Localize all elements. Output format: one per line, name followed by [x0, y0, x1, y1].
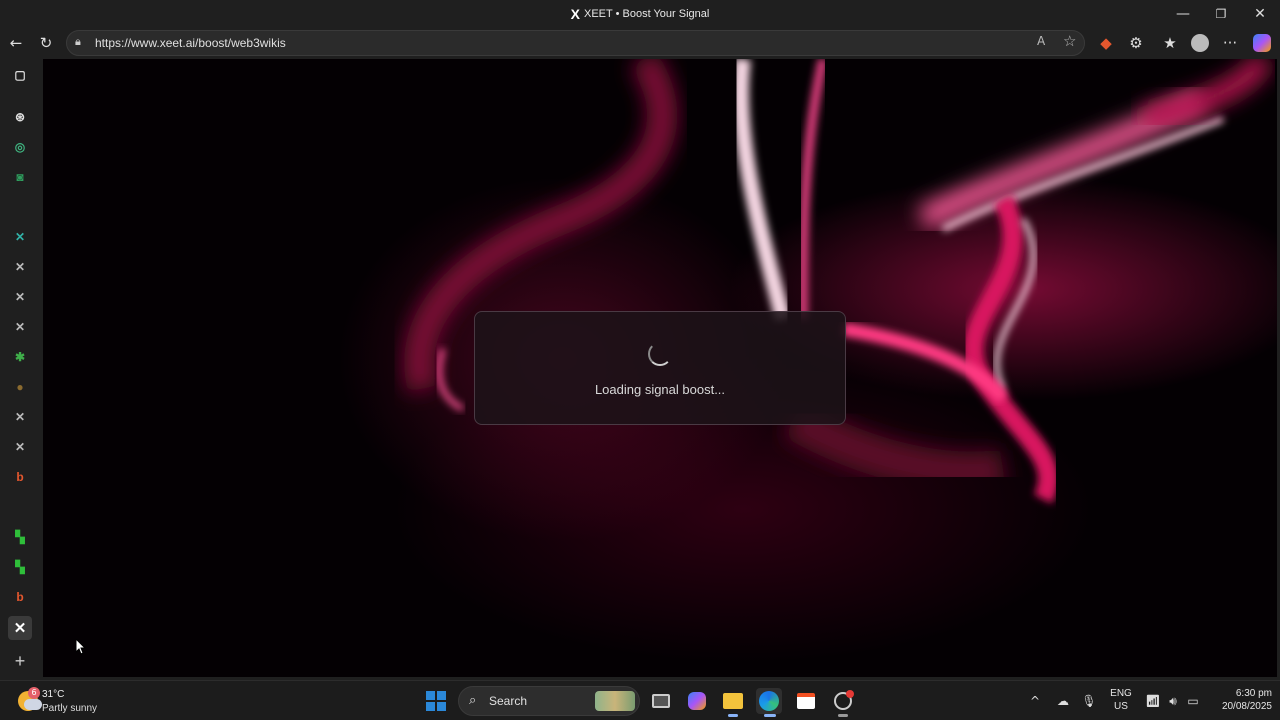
app-a-icon[interactable]: ◎ — [9, 136, 31, 158]
cloud-icon — [24, 699, 42, 710]
minimize-button[interactable]: — — [1164, 0, 1202, 28]
windows-logo-icon — [426, 691, 446, 711]
weather-widget[interactable]: 6 31°C Partly sunny — [14, 687, 124, 717]
windows-taskbar: 6 31°C Partly sunny ⌕ Search ^ ☁ 🎙︎ ENG … — [0, 680, 1280, 720]
clock-date[interactable]: 20/08/2025 — [1206, 701, 1272, 712]
task-view-button[interactable] — [648, 688, 674, 714]
orange-app-icon[interactable]: b — [9, 586, 31, 608]
weather-badge: 6 — [28, 687, 40, 699]
app-tracker-icon[interactable] — [830, 688, 856, 714]
x-tab-icon[interactable]: ✕ — [9, 436, 31, 458]
lock-icon: 🔒︎ — [75, 35, 81, 48]
x-tab-icon[interactable]: ✕ — [9, 256, 31, 278]
loading-spinner-icon — [648, 342, 672, 366]
window-title: X XEET • Boost Your Signal — [0, 6, 1280, 22]
edge-browser-icon[interactable] — [756, 688, 782, 714]
search-label: Search — [489, 694, 528, 708]
clock-time[interactable]: 6:30 pm — [1206, 688, 1272, 699]
openai-icon[interactable]: ⊛ — [9, 106, 31, 128]
green-flag-icon[interactable]: ▚ — [9, 526, 31, 548]
window-title-text: XEET • Boost Your Signal — [584, 8, 710, 20]
read-aloud-icon[interactable]: A — [1037, 34, 1045, 48]
loading-message: Loading signal boost... — [594, 382, 726, 397]
app-tracker-indicator — [838, 714, 848, 717]
metamask-extension-icon[interactable]: ◆ — [1094, 32, 1118, 54]
refresh-button[interactable]: ↻ — [34, 32, 58, 54]
weather-temperature: 31°C — [42, 689, 65, 700]
more-options-button[interactable]: ··· — [1218, 32, 1242, 54]
edge-active-indicator — [764, 714, 776, 717]
file-explorer-icon[interactable] — [720, 688, 746, 714]
favorites-icon[interactable]: ★ — [1158, 32, 1182, 54]
add-tab-icon[interactable]: + — [9, 650, 31, 672]
app-green-icon[interactable]: ◙ — [9, 166, 31, 188]
onedrive-icon[interactable]: ☁ — [1050, 688, 1076, 714]
address-bar[interactable]: 🔒︎ https://www.xeet.ai/boost/web3wikis A… — [66, 30, 1085, 56]
microsoft-store-icon[interactable] — [793, 688, 819, 714]
x-teal-icon[interactable]: ✕ — [9, 226, 31, 248]
profile-avatar[interactable] — [1188, 32, 1212, 54]
back-button[interactable]: ← — [4, 32, 28, 54]
file-explorer-indicator — [728, 714, 738, 717]
green-flag-icon[interactable]: ▚ — [9, 556, 31, 578]
battery-icon[interactable]: ▭ — [1180, 688, 1206, 714]
title-bar: X XEET • Boost Your Signal — ❐ ✕ — [0, 0, 1280, 28]
copilot-taskbar-icon[interactable] — [684, 688, 710, 714]
x-active-icon[interactable]: ✕ — [8, 616, 32, 640]
vertical-tabs-sidebar: ▢ ⊛ ◎ ◙ ✕ ✕ ✕ ✕ ✱ ● ✕ ✕ b ▚ ▚ b ✕ + — [0, 58, 42, 678]
weather-description: Partly sunny — [42, 703, 98, 714]
favorite-star-icon[interactable]: ☆ — [1063, 32, 1076, 50]
tray-overflow-button[interactable]: ^ — [1022, 688, 1048, 714]
x-tab-icon[interactable]: ✕ — [9, 286, 31, 308]
tab-actions-icon[interactable]: ▢ — [9, 64, 31, 86]
copilot-icon[interactable] — [1250, 32, 1274, 54]
maximize-button[interactable]: ❐ — [1202, 0, 1240, 28]
coin-icon[interactable]: ● — [9, 376, 31, 398]
palm-icon[interactable]: ✱ — [9, 346, 31, 368]
xeet-logo-icon: X — [570, 6, 580, 22]
x-tab-icon[interactable]: ✕ — [9, 316, 31, 338]
search-highlight-image — [595, 691, 635, 711]
close-button[interactable]: ✕ — [1241, 0, 1279, 28]
extensions-icon[interactable]: ⚙ — [1124, 32, 1148, 54]
language-indicator[interactable]: ENG — [1104, 688, 1138, 699]
orange-app-icon[interactable]: b — [9, 466, 31, 488]
microphone-icon[interactable]: 🎙︎ — [1076, 688, 1102, 714]
page-viewport: Loading signal boost... — [43, 59, 1277, 677]
url-text[interactable]: https://www.xeet.ai/boost/web3wikis — [95, 36, 286, 50]
region-indicator[interactable]: US — [1104, 701, 1138, 712]
start-button[interactable] — [423, 688, 449, 714]
x-tab-icon[interactable]: ✕ — [9, 406, 31, 428]
mouse-cursor-icon — [76, 639, 86, 655]
notification-dot — [846, 690, 854, 698]
taskbar-search[interactable]: ⌕ Search — [458, 686, 640, 716]
loading-dialog: Loading signal boost... — [474, 311, 846, 425]
browser-toolbar: ← ↻ 🔒︎ https://www.xeet.ai/boost/web3wik… — [0, 28, 1280, 58]
search-icon: ⌕ — [469, 693, 477, 708]
